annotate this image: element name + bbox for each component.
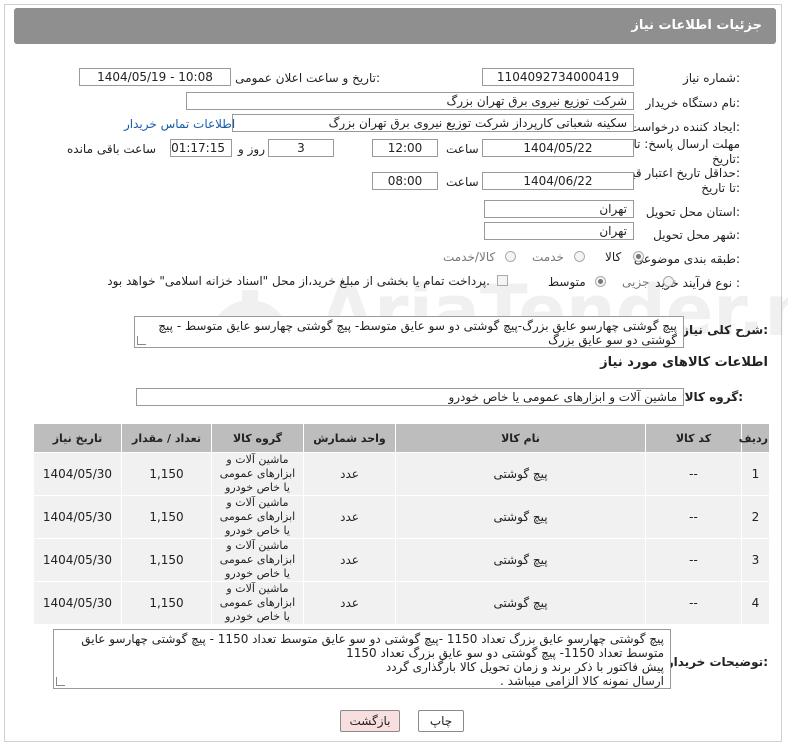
- price-time-field: 08:00: [372, 172, 438, 190]
- remaining-time-field: 01:17:15: [170, 139, 232, 157]
- price-validity-label-2: تا تاریخ:: [701, 181, 740, 195]
- deadline-label: مهلت ارسال پاسخ: تا: [633, 137, 740, 151]
- row-code: --: [645, 581, 742, 625]
- contact-buyer-link[interactable]: اطلاعات تماس خریدار: [124, 117, 235, 131]
- goods-table: ردیف کد کالا نام کالا واحد شمارش گروه کا…: [33, 423, 770, 625]
- row-date: 1404/05/30: [33, 581, 122, 625]
- row-qty: 1,150: [121, 495, 212, 539]
- payment-treasury-checkbox[interactable]: [497, 275, 508, 286]
- deadline-time-label: ساعت: [446, 142, 479, 156]
- payment-treasury-note: پرداخت تمام یا بخشی از مبلغ خرید،از محل …: [107, 274, 490, 288]
- resize-handle-icon[interactable]: [56, 677, 65, 686]
- table-row: 4 -- پیچ گوشتی عدد ماشین آلات و ابزارهای…: [33, 581, 770, 625]
- col-group: گروه کالا: [211, 423, 304, 453]
- remaining-label: ساعت باقی مانده: [67, 142, 157, 156]
- city-label: شهر محل تحویل:: [653, 228, 740, 242]
- announce-field: 1404/05/19 - 10:08: [79, 68, 231, 86]
- row-unit: عدد: [303, 538, 396, 582]
- row-qty: 1,150: [121, 581, 212, 625]
- deadline-label-2: تاریخ:: [712, 152, 740, 166]
- category-option-goods: کالا: [605, 250, 622, 264]
- category-option-service: خدمت: [532, 250, 564, 264]
- header-bar: جزئیات اطلاعات نیاز: [14, 8, 776, 44]
- row-qty: 1,150: [121, 538, 212, 582]
- table-row: 3 -- پیچ گوشتی عدد ماشین آلات و ابزارهای…: [33, 538, 770, 582]
- goods-section-title: اطلاعات کالاهای مورد نیاز: [600, 355, 768, 370]
- province-field: تهران: [484, 200, 634, 218]
- summary-textbox: پیچ گوشتی چهارسو عایق بزرگ-پیچ گوشتی دو …: [134, 316, 684, 348]
- process-radio-minor[interactable]: [663, 276, 674, 287]
- buyer-org-field: شرکت توزیع نیروی برق تهران بزرگ: [186, 92, 634, 110]
- row-date: 1404/05/30: [33, 538, 122, 582]
- deadline-time-field: 12:00: [372, 139, 438, 157]
- row-name: پیچ گوشتی: [395, 452, 646, 496]
- process-radio-medium[interactable]: [595, 276, 606, 287]
- col-index: ردیف: [739, 423, 770, 453]
- process-option-medium: متوسط: [548, 275, 586, 289]
- row-unit: عدد: [303, 581, 396, 625]
- row-group: ماشین آلات و ابزارهای عمومی یا خاص خودرو: [211, 581, 304, 625]
- need-number-field: 1104092734000419: [482, 68, 634, 86]
- col-date: تاریخ نیاز: [33, 423, 122, 453]
- row-code: --: [645, 452, 742, 496]
- process-option-minor: جزیی: [622, 275, 650, 289]
- row-name: پیچ گوشتی: [395, 581, 646, 625]
- goods-group-label: گروه کالا:: [684, 390, 743, 404]
- goods-group-field: ماشین آلات و ابزارهای عمومی یا خاص خودرو: [136, 388, 684, 406]
- table-row: 2 -- پیچ گوشتی عدد ماشین آلات و ابزارهای…: [33, 495, 770, 539]
- price-date-field: 1404/06/22: [482, 172, 634, 190]
- buyer-notes-textbox: پیچ گوشتی چهارسو عایق بزرگ تعداد 1150 -پ…: [53, 629, 671, 689]
- row-code: --: [645, 538, 742, 582]
- row-date: 1404/05/30: [33, 495, 122, 539]
- row-group: ماشین آلات و ابزارهای عمومی یا خاص خودرو: [211, 452, 304, 496]
- row-index: 4: [741, 581, 770, 625]
- buyer-notes-line: ارسال نمونه کالا الزامی میباشد .: [500, 674, 664, 688]
- category-radio-service[interactable]: [574, 251, 585, 262]
- page-title: جزئیات اطلاعات نیاز: [631, 18, 762, 33]
- table-row: 1 -- پیچ گوشتی عدد ماشین آلات و ابزارهای…: [33, 452, 770, 496]
- row-unit: عدد: [303, 495, 396, 539]
- city-field: تهران: [484, 222, 634, 240]
- row-name: پیچ گوشتی: [395, 495, 646, 539]
- creator-label: ایجاد کننده درخواست:: [629, 120, 740, 134]
- category-radio-both[interactable]: [505, 251, 516, 262]
- buyer-notes-line: متوسط تعداد 1150- پیچ گوشتی دو سو عایق ب…: [346, 646, 664, 660]
- days-field: 3: [268, 139, 334, 157]
- col-unit: واحد شمارش: [303, 423, 396, 453]
- row-qty: 1,150: [121, 452, 212, 496]
- resize-handle-icon[interactable]: [137, 336, 146, 345]
- category-option-both: کالا/خدمت: [443, 250, 496, 264]
- row-index: 2: [741, 495, 770, 539]
- price-time-label: ساعت: [446, 175, 479, 189]
- row-unit: عدد: [303, 452, 396, 496]
- row-group: ماشین آلات و ابزارهای عمومی یا خاص خودرو: [211, 495, 304, 539]
- buyer-org-label: نام دستگاه خریدار:: [645, 96, 741, 110]
- need-number-label: شماره نیاز:: [682, 71, 740, 85]
- row-name: پیچ گوشتی: [395, 538, 646, 582]
- buyer-notes-label: توضیحات خریدار:: [666, 655, 768, 669]
- row-group: ماشین آلات و ابزارهای عمومی یا خاص خودرو: [211, 538, 304, 582]
- announce-label: تاریخ و ساعت اعلان عمومی:: [235, 71, 380, 85]
- table-header-row: ردیف کد کالا نام کالا واحد شمارش گروه کا…: [33, 423, 770, 453]
- creator-field: سکینه شعباتی کارپرداز شرکت توزیع نیروی ب…: [232, 114, 634, 132]
- province-label: استان محل تحویل:: [645, 205, 740, 219]
- back-button[interactable]: بازگشت: [340, 710, 400, 732]
- print-button[interactable]: چاپ: [418, 710, 464, 732]
- buyer-notes-line: پیچ گوشتی چهارسو عایق بزرگ تعداد 1150 -پ…: [81, 632, 664, 646]
- col-name: نام کالا: [395, 423, 646, 453]
- col-code: کد کالا: [645, 423, 742, 453]
- row-code: --: [645, 495, 742, 539]
- summary-label: شرح کلی نیاز:: [682, 323, 768, 337]
- buyer-notes-line: پیش فاکتور با ذکر برند و زمان تحویل کالا…: [385, 660, 664, 674]
- days-label: روز و: [238, 142, 265, 156]
- col-qty: تعداد / مقدار: [121, 423, 212, 453]
- category-radio-goods[interactable]: [633, 251, 644, 262]
- deadline-date-field: 1404/05/22: [482, 139, 634, 157]
- row-index: 3: [741, 538, 770, 582]
- row-date: 1404/05/30: [33, 452, 122, 496]
- summary-text: پیچ گوشتی چهارسو عایق بزرگ-پیچ گوشتی دو …: [158, 319, 677, 347]
- category-label: طبقه بندی موضوعی:: [633, 252, 740, 266]
- row-index: 1: [741, 452, 770, 496]
